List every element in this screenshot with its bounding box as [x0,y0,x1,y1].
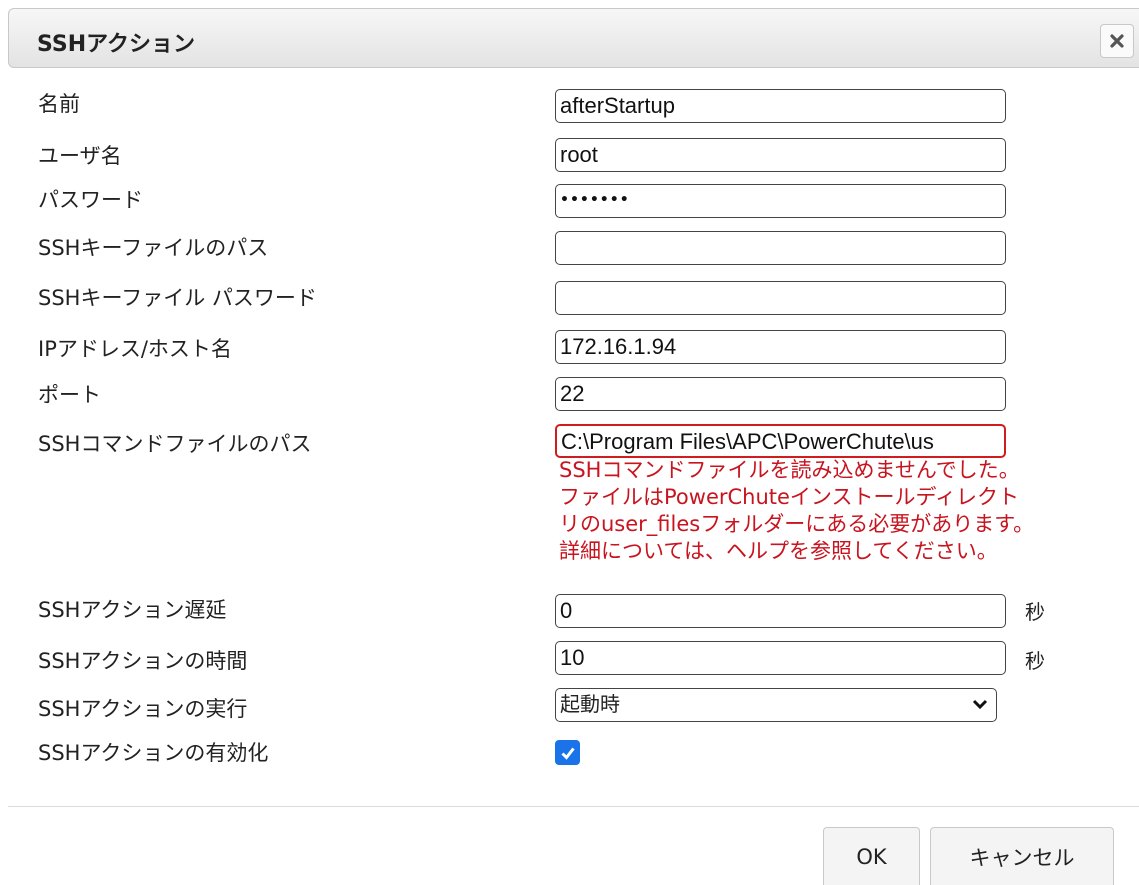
delay-unit-label: 秒 [1025,600,1045,624]
action-duration-input[interactable]: 10 [555,641,1006,675]
action-delay-input[interactable]: 0 [555,594,1006,628]
action-delay-label: SSHアクション遅延 [38,598,227,622]
dialog-titlebar: SSHアクション [8,8,1139,68]
action-run-value: 起動時 [560,692,620,716]
error-line: SSHコマンドファイルを読み込めませんでした。 [559,458,1020,482]
ssh-key-path-input[interactable] [555,231,1006,265]
error-line: リのuser_filesフォルダーにある必要があります。 [559,512,1035,536]
action-duration-label: SSHアクションの時間 [38,649,248,673]
chevron-down-icon [972,699,988,710]
ok-button[interactable]: OK [823,827,920,885]
command-file-error: SSHコマンドファイルを読み込めませんでした。 ファイルはPowerChuteイ… [559,457,1134,565]
name-input[interactable]: afterStartup [555,89,1006,123]
ip-host-label: IPアドレス/ホスト名 [38,337,232,361]
close-button[interactable] [1100,24,1134,58]
username-input[interactable]: root [555,138,1006,172]
action-enable-label: SSHアクションの有効化 [38,741,269,765]
ssh-key-password-label: SSHキーファイル パスワード [38,286,317,310]
checkmark-icon [560,747,575,760]
error-line: 詳細については、ヘルプを参照してください。 [559,539,998,563]
action-enable-checkbox[interactable] [555,740,580,765]
footer-divider [8,806,1139,807]
port-label: ポート [38,383,101,407]
password-input[interactable]: ••••••• [555,184,1006,218]
cancel-button[interactable]: キャンセル [930,827,1114,885]
ip-host-input[interactable]: 172.16.1.94 [555,330,1006,364]
name-label: 名前 [38,92,80,116]
action-run-label: SSHアクションの実行 [38,697,248,721]
ssh-key-path-label: SSHキーファイルのパス [38,236,269,260]
command-file-path-label: SSHコマンドファイルのパス [38,432,312,456]
username-label: ユーザ名 [38,144,122,168]
password-label: パスワード [38,188,143,212]
port-input[interactable]: 22 [555,377,1006,411]
command-file-path-input[interactable]: C:\Program Files\APC\PowerChute\us [555,424,1006,458]
action-run-select[interactable]: 起動時 [555,688,997,722]
dialog-title: SSHアクション [37,32,196,57]
error-line: ファイルはPowerChuteインストールディレクト [559,485,1020,509]
ssh-key-password-input[interactable] [555,281,1006,315]
close-icon [1110,34,1124,48]
duration-unit-label: 秒 [1025,649,1045,673]
